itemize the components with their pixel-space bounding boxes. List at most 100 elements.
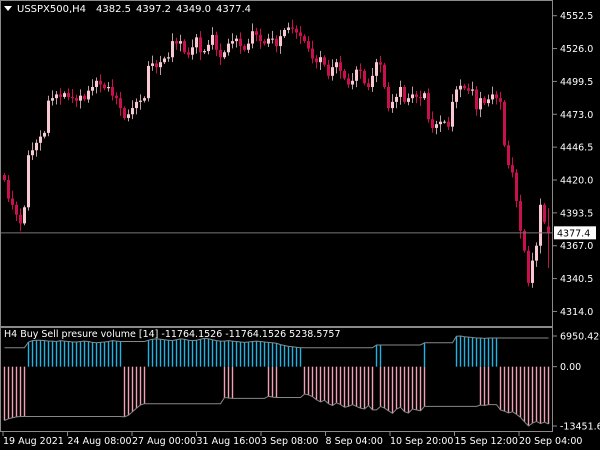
candle bbox=[263, 39, 266, 46]
candle bbox=[491, 86, 494, 105]
candle bbox=[543, 202, 546, 225]
candle bbox=[359, 63, 362, 79]
candle-body bbox=[151, 63, 154, 66]
candle bbox=[471, 81, 474, 96]
candle-body bbox=[367, 83, 370, 87]
candle bbox=[7, 175, 10, 202]
candle bbox=[123, 106, 126, 120]
candle-body bbox=[327, 64, 330, 76]
candle bbox=[271, 30, 274, 44]
candle-body bbox=[123, 108, 126, 118]
candle bbox=[299, 26, 302, 44]
candle bbox=[499, 91, 502, 110]
candle bbox=[287, 22, 290, 34]
candle-body bbox=[115, 95, 118, 99]
candle-body bbox=[295, 28, 298, 33]
candle bbox=[315, 55, 318, 69]
candle-body bbox=[419, 96, 422, 99]
candle-body bbox=[543, 204, 546, 223]
candle-body bbox=[335, 62, 338, 68]
candle-body bbox=[463, 85, 466, 89]
candle bbox=[295, 25, 298, 39]
candle-body bbox=[75, 98, 78, 101]
candle-body bbox=[271, 38, 274, 40]
candle-body bbox=[447, 121, 450, 127]
candle bbox=[451, 94, 454, 132]
ohlc-high: 4397.2 bbox=[136, 4, 171, 15]
candle bbox=[195, 34, 198, 54]
candle-body bbox=[199, 37, 202, 53]
ohlc-open: 4382.5 bbox=[96, 4, 131, 15]
candle bbox=[155, 60, 158, 74]
current-price-label: 4377.4 bbox=[557, 228, 590, 239]
candle-body bbox=[47, 100, 50, 133]
candle bbox=[175, 37, 178, 50]
candle bbox=[399, 80, 402, 105]
candle bbox=[27, 150, 30, 211]
candle-body bbox=[443, 121, 446, 123]
candle bbox=[59, 88, 62, 105]
candle-body bbox=[391, 101, 394, 109]
candle-body bbox=[415, 94, 418, 97]
x-tick-label: 27 Aug 00:00 bbox=[132, 436, 196, 447]
candle-body bbox=[15, 204, 18, 215]
indicator-y-tick-label: 0.00 bbox=[560, 362, 581, 373]
y-tick-label: 4499.5 bbox=[560, 77, 593, 88]
candle bbox=[3, 173, 6, 182]
candle bbox=[335, 58, 338, 74]
candle bbox=[259, 28, 262, 49]
candle-body bbox=[315, 58, 318, 63]
candle-body bbox=[231, 41, 234, 44]
candle bbox=[403, 85, 406, 104]
candle bbox=[431, 111, 434, 133]
y-tick-label: 4552.5 bbox=[560, 11, 593, 22]
candle bbox=[515, 169, 518, 208]
candle bbox=[531, 252, 534, 288]
x-tick-label: 31 Aug 16:00 bbox=[197, 436, 261, 447]
indicator-y-tick-label: 6950.4200 bbox=[560, 332, 600, 343]
candle-body bbox=[363, 70, 366, 84]
candle-body bbox=[339, 62, 342, 71]
candle-body bbox=[395, 96, 398, 102]
candle-body bbox=[515, 172, 518, 202]
candle-body bbox=[427, 93, 430, 120]
candle-body bbox=[235, 38, 238, 42]
candle bbox=[307, 36, 310, 52]
candle bbox=[459, 79, 462, 98]
x-tick-label: 10 Sep 20:00 bbox=[390, 436, 453, 447]
indicator-y-tick-label: -13451.6200 bbox=[560, 422, 600, 433]
candle-body bbox=[223, 52, 226, 58]
candle bbox=[15, 201, 18, 222]
candle-body bbox=[203, 51, 206, 53]
candle-body bbox=[459, 85, 462, 90]
candle bbox=[163, 56, 166, 65]
candle bbox=[83, 93, 86, 102]
candle bbox=[23, 205, 26, 226]
price-pane[interactable] bbox=[0, 19, 553, 288]
symbol-dropdown-icon[interactable] bbox=[4, 6, 12, 11]
candle bbox=[207, 40, 210, 55]
candle-body bbox=[383, 64, 386, 87]
candle-body bbox=[215, 34, 218, 50]
candle-body bbox=[355, 69, 358, 81]
indicator-pane[interactable] bbox=[3, 335, 550, 427]
candle bbox=[143, 96, 146, 103]
candle bbox=[107, 82, 110, 92]
candle-body bbox=[95, 80, 98, 87]
candle-body bbox=[211, 34, 214, 45]
candle bbox=[367, 78, 370, 91]
candle-body bbox=[63, 93, 66, 97]
candle-body bbox=[19, 214, 22, 224]
candle bbox=[427, 88, 430, 123]
candle-body bbox=[55, 94, 58, 99]
candle-body bbox=[243, 46, 246, 50]
candle bbox=[127, 109, 130, 122]
candle-body bbox=[359, 69, 362, 71]
candle-body bbox=[431, 119, 434, 128]
candle-body bbox=[239, 38, 242, 47]
candle-body bbox=[263, 41, 266, 44]
candle bbox=[311, 40, 314, 64]
candle bbox=[407, 93, 410, 106]
candle-body bbox=[507, 145, 510, 166]
candle bbox=[391, 94, 394, 113]
